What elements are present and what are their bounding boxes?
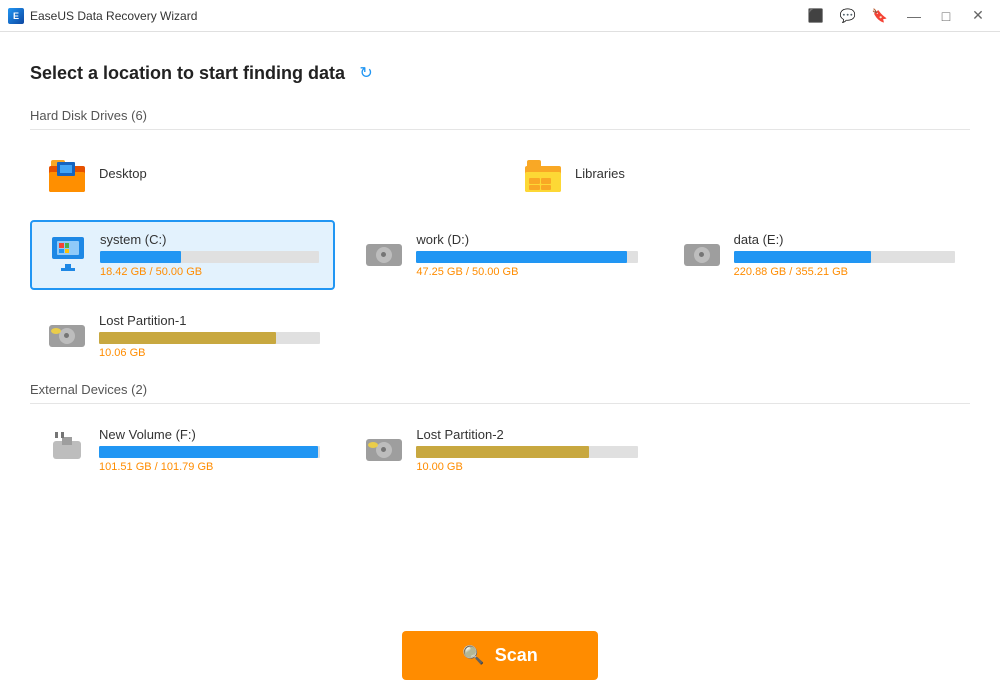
lost-partition-2-progress-fill (416, 446, 589, 458)
work-d-icon (362, 233, 406, 277)
desktop-icon (45, 153, 89, 197)
lost-partition-2-name: Lost Partition-2 (416, 427, 637, 442)
minimize-button[interactable]: — (900, 5, 928, 27)
external-row: New Volume (F:) 101.51 GB / 101.79 GB (30, 416, 970, 484)
refresh-button[interactable]: ↻ (355, 62, 377, 84)
libraries-name: Libraries (575, 166, 955, 181)
lost-partition-1-card[interactable]: Lost Partition-1 10.06 GB (30, 302, 335, 370)
new-volume-f-info: New Volume (F:) 101.51 GB / 101.79 GB (99, 427, 320, 473)
lost-partition-2-progress-container (416, 446, 637, 458)
new-volume-f-card[interactable]: New Volume (F:) 101.51 GB / 101.79 GB (30, 416, 335, 484)
title-bar-left: E EaseUS Data Recovery Wizard (8, 8, 197, 24)
libraries-icon (521, 153, 565, 197)
app-title: EaseUS Data Recovery Wizard (30, 9, 197, 23)
new-volume-f-progress-fill (99, 446, 318, 458)
empty-cell-3 (665, 416, 970, 484)
external-devices-label: External Devices (2) (30, 382, 970, 404)
work-d-size: 47.25 GB / 50.00 GB (416, 266, 637, 278)
desktop-info: Desktop (99, 166, 479, 185)
system-c-card[interactable]: system (C:) 18.42 GB / 50.00 GB (30, 220, 335, 290)
scan-footer: 🔍 Scan (30, 611, 970, 680)
app-icon: E (8, 8, 24, 24)
desktop-card[interactable]: Desktop (30, 142, 494, 208)
title-bar-extra-controls: ⬛ 💬 🔖 (804, 5, 892, 27)
drives-row-1: system (C:) 18.42 GB / 50.00 GB (30, 220, 970, 290)
new-volume-f-progress-container (99, 446, 320, 458)
empty-cell-1 (347, 302, 652, 370)
data-e-size: 220.88 GB / 355.21 GB (734, 266, 955, 278)
main-content: Select a location to start finding data … (0, 32, 1000, 700)
hard-disk-label: Hard Disk Drives (6) (30, 108, 970, 130)
new-volume-f-icon (45, 428, 89, 472)
lost-partition-1-icon (45, 314, 89, 358)
scan-button-label: Scan (495, 645, 538, 666)
close-button[interactable]: ✕ (964, 5, 992, 27)
page-title: Select a location to start finding data (30, 63, 345, 84)
page-header: Select a location to start finding data … (30, 62, 970, 84)
lost-partition-1-info: Lost Partition-1 10.06 GB (99, 313, 320, 359)
drives-row-2: Lost Partition-1 10.06 GB (30, 302, 970, 370)
lost-partition-2-icon (362, 428, 406, 472)
external-devices-section: External Devices (2) New Volume (F:) (30, 382, 970, 484)
title-bar: E EaseUS Data Recovery Wizard ⬛ 💬 🔖 — □ … (0, 0, 1000, 32)
work-d-info: work (D:) 47.25 GB / 50.00 GB (416, 232, 637, 278)
new-volume-f-name: New Volume (F:) (99, 427, 320, 442)
shortcut-row: Desktop (30, 142, 970, 208)
libraries-info: Libraries (575, 166, 955, 185)
lost-partition-2-size: 10.00 GB (416, 461, 637, 473)
scan-button[interactable]: 🔍 Scan (402, 631, 597, 680)
data-e-card[interactable]: data (E:) 220.88 GB / 355.21 GB (665, 220, 970, 290)
data-e-info: data (E:) 220.88 GB / 355.21 GB (734, 232, 955, 278)
lost-partition-2-info: Lost Partition-2 10.00 GB (416, 427, 637, 473)
libraries-card[interactable]: Libraries (506, 142, 970, 208)
lost-partition-1-name: Lost Partition-1 (99, 313, 320, 328)
desktop-name: Desktop (99, 166, 479, 181)
lost-partition-1-progress-container (99, 332, 320, 344)
toolbar-icon-2[interactable]: 💬 (836, 5, 860, 27)
work-d-name: work (D:) (416, 232, 637, 247)
data-e-progress-container (734, 251, 955, 263)
toolbar-icon-3[interactable]: 🔖 (868, 5, 892, 27)
maximize-button[interactable]: □ (932, 5, 960, 27)
system-c-info: system (C:) 18.42 GB / 50.00 GB (100, 232, 319, 278)
new-volume-f-size: 101.51 GB / 101.79 GB (99, 461, 320, 473)
lost-partition-2-card[interactable]: Lost Partition-2 10.00 GB (347, 416, 652, 484)
data-e-name: data (E:) (734, 232, 955, 247)
hard-disk-section: Hard Disk Drives (6) D (30, 108, 970, 378)
lost-partition-1-size: 10.06 GB (99, 347, 320, 359)
system-c-progress-container (100, 251, 319, 263)
system-c-size: 18.42 GB / 50.00 GB (100, 266, 319, 278)
empty-cell-2 (665, 302, 970, 370)
work-d-card[interactable]: work (D:) 47.25 GB / 50.00 GB (347, 220, 652, 290)
system-c-name: system (C:) (100, 232, 319, 247)
data-e-progress-fill (734, 251, 871, 263)
work-d-progress-container (416, 251, 637, 263)
lost-partition-1-progress-fill (99, 332, 276, 344)
system-c-icon (46, 233, 90, 277)
work-d-progress-fill (416, 251, 626, 263)
data-e-icon (680, 233, 724, 277)
system-c-progress-fill (100, 251, 181, 263)
scan-search-icon: 🔍 (462, 645, 484, 666)
toolbar-icon-1[interactable]: ⬛ (804, 5, 828, 27)
window-controls: — □ ✕ (900, 5, 992, 27)
